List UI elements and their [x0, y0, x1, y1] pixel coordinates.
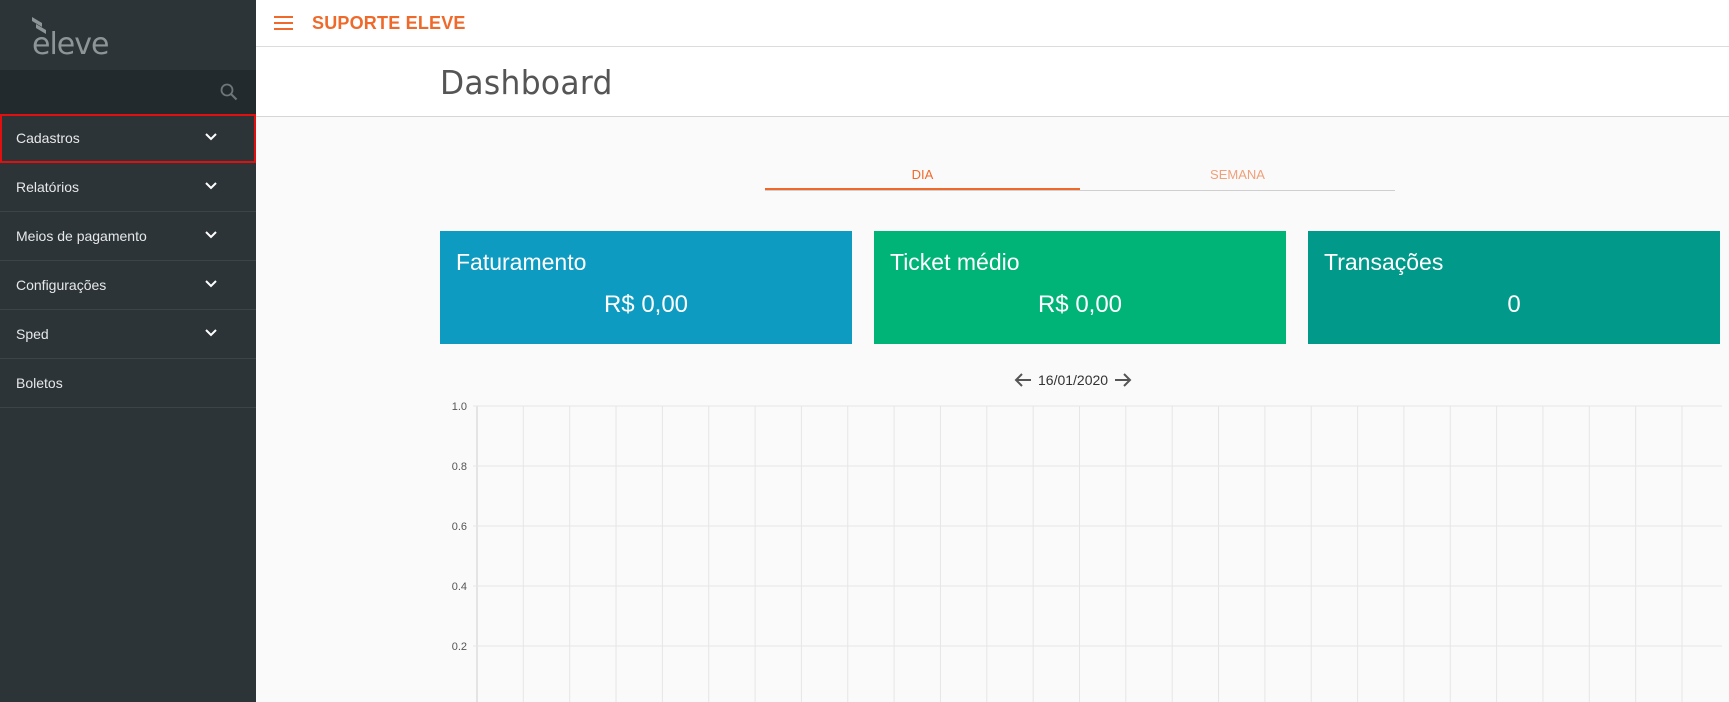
- hamburger-menu-icon[interactable]: [274, 16, 294, 30]
- logo-text: eleve: [32, 27, 109, 62]
- y-tick-label: 1.0: [452, 401, 467, 413]
- tab-semana[interactable]: SEMANA: [1080, 160, 1395, 190]
- chevron-down-icon: [205, 329, 217, 337]
- chevron-down-icon: [205, 133, 217, 141]
- y-tick-label: 0.8: [452, 461, 467, 473]
- chevron-down-icon: [205, 280, 217, 288]
- eleve-logo: eleve: [28, 13, 109, 62]
- y-tick-label: 0.6: [452, 521, 467, 533]
- sidebar-item-sped[interactable]: Sped: [0, 310, 256, 359]
- card-value: 0: [1507, 291, 1521, 318]
- sidebar-item-label: Relatórios: [16, 179, 80, 195]
- sidebar: eleve Cadastros Relatórios Meios de paga…: [0, 0, 256, 702]
- sidebar-item-meios-de-pagamento[interactable]: Meios de pagamento: [0, 212, 256, 261]
- card-faturamento: Faturamento R$ 0,00: [440, 231, 852, 344]
- sidebar-item-label: Sped: [16, 326, 49, 342]
- period-tabs: DIA SEMANA: [765, 160, 1395, 191]
- page-title: Dashboard: [440, 63, 613, 102]
- chevron-down-icon: [205, 231, 217, 239]
- y-tick-label: 0.2: [452, 641, 467, 653]
- tab-dia[interactable]: DIA: [765, 160, 1080, 190]
- sidebar-item-label: Boletos: [16, 375, 63, 391]
- transactions-chart: 1.00.80.60.40.20: [452, 401, 1722, 702]
- sidebar-item-label: Configurações: [16, 277, 107, 293]
- y-tick-label: 0.4: [452, 581, 467, 593]
- arrow-left-icon[interactable]: [1014, 372, 1032, 388]
- card-value: R$ 0,00: [1037, 291, 1123, 318]
- card-label: Transações: [1324, 249, 1444, 275]
- card-value: R$ 0,00: [603, 291, 689, 318]
- card-label: Faturamento: [456, 249, 587, 275]
- sidebar-item-label: Meios de pagamento: [16, 228, 147, 244]
- arrow-right-icon[interactable]: [1114, 372, 1132, 388]
- date-navigator: 16/01/2020: [1014, 372, 1132, 388]
- sidebar-item-relatorios[interactable]: Relatórios: [0, 163, 256, 212]
- chevron-down-icon: [205, 182, 217, 190]
- card-ticket-medio: Ticket médio R$ 0,00: [874, 231, 1286, 344]
- card-label: Ticket médio: [890, 249, 1020, 275]
- topbar: SUPORTE ELEVE: [256, 0, 1729, 47]
- sidebar-item-cadastros[interactable]: Cadastros: [0, 114, 256, 163]
- app-title: SUPORTE ELEVE: [312, 12, 466, 33]
- page-header: Dashboard: [256, 47, 1729, 117]
- logo-area: eleve: [0, 0, 256, 70]
- card-transacoes: Transações 0: [1308, 231, 1720, 344]
- sidebar-item-boletos[interactable]: Boletos: [0, 359, 256, 408]
- sidebar-search[interactable]: [0, 70, 256, 114]
- current-date: 16/01/2020: [1038, 372, 1109, 388]
- sidebar-item-configuracoes[interactable]: Configurações: [0, 261, 256, 310]
- sidebar-item-label: Cadastros: [16, 130, 80, 146]
- search-icon[interactable]: [220, 83, 238, 101]
